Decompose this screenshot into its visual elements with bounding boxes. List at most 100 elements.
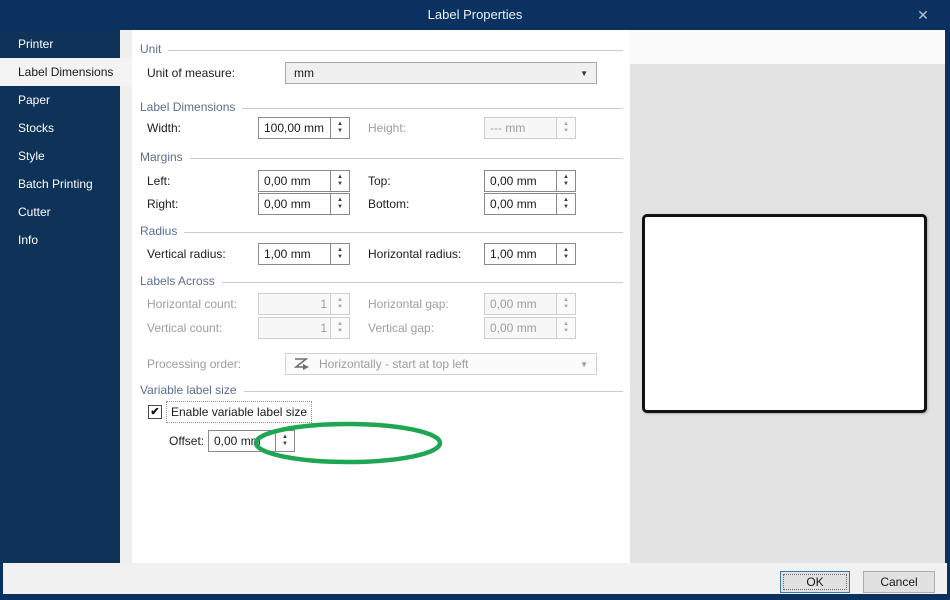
spin-down-icon: ▼: [563, 304, 569, 310]
horizontal-count-label: Horizontal count:: [147, 297, 238, 311]
vertical-radius-spinner-arrows[interactable]: ▲ ▼: [330, 244, 349, 264]
section-labels-across: Labels Across: [140, 274, 623, 288]
section-radius: Radius: [140, 224, 623, 238]
width-value: 100,00 mm: [264, 121, 325, 135]
spin-down-icon[interactable]: ▼: [563, 254, 569, 260]
spin-up-icon: ▲: [563, 321, 569, 327]
margin-right-label: Right:: [147, 197, 179, 211]
margin-right-spinner[interactable]: 0,00 mm ▲ ▼: [258, 193, 350, 215]
dialog-title: Label Properties: [427, 7, 523, 22]
unit-of-measure-label: Unit of measure:: [147, 66, 236, 80]
unit-of-measure-value: mm: [294, 66, 314, 80]
titlebar: Label Properties ✕: [0, 0, 950, 30]
vertical-radius-label: Vertical radius:: [147, 247, 226, 261]
processing-order-row: Processing order: Horizontally - start a…: [132, 353, 630, 375]
margin-top-spinner-arrows[interactable]: ▲ ▼: [556, 171, 575, 191]
margin-bottom-spinner-arrows[interactable]: ▲ ▼: [556, 194, 575, 214]
vertical-count-value: 1: [320, 321, 327, 335]
section-unit: Unit: [140, 42, 623, 56]
vertical-gap-label: Vertical gap:: [368, 321, 435, 335]
section-label-dimensions: Label Dimensions: [140, 100, 623, 114]
spin-up-icon[interactable]: ▲: [337, 121, 343, 127]
spin-down-icon[interactable]: ▼: [337, 204, 343, 210]
sidebar-item-printer[interactable]: Printer: [0, 30, 120, 58]
margin-left-spinner-arrows[interactable]: ▲ ▼: [330, 171, 349, 191]
width-spinner[interactable]: 100,00 mm ▲ ▼: [258, 117, 350, 139]
offset-spinner[interactable]: 0,00 mm ▲ ▼: [208, 430, 295, 452]
section-variable-label-size: Variable label size: [140, 383, 623, 397]
vertical-gap-spinner-arrows: ▲ ▼: [556, 318, 575, 338]
margin-bottom-value: 0,00 mm: [490, 197, 537, 211]
section-title-label-dimensions: Label Dimensions: [140, 100, 236, 114]
offset-spinner-arrows[interactable]: ▲ ▼: [275, 431, 294, 451]
spin-up-icon[interactable]: ▲: [337, 247, 343, 253]
section-divider: [184, 231, 623, 233]
unit-of-measure-select[interactable]: mm ▼: [285, 62, 597, 84]
section-divider: [168, 49, 623, 51]
horizontal-radius-label: Horizontal radius:: [368, 247, 462, 261]
chevron-down-icon: ▼: [580, 359, 588, 369]
width-height-row: Width: 100,00 mm ▲ ▼ Height: --- mm ▲ ▼: [132, 117, 630, 139]
sidebar-item-style[interactable]: Style: [0, 142, 120, 170]
preview-top-strip: [630, 30, 945, 64]
horizontal-radius-spinner-arrows[interactable]: ▲ ▼: [556, 244, 575, 264]
spin-up-icon[interactable]: ▲: [563, 174, 569, 180]
margin-top-value: 0,00 mm: [490, 174, 537, 188]
margin-top-spinner[interactable]: 0,00 mm ▲ ▼: [484, 170, 576, 192]
spin-down-icon[interactable]: ▼: [563, 204, 569, 210]
margins-right-bottom-row: Right: 0,00 mm ▲ ▼ Bottom: 0,00 mm ▲ ▼: [132, 193, 630, 215]
sidebar-item-cutter[interactable]: Cutter: [0, 198, 120, 226]
spin-up-icon[interactable]: ▲: [337, 174, 343, 180]
horizontal-count-gap-row: Horizontal count: 1 ▲ ▼ Horizontal gap: …: [132, 293, 630, 315]
spin-up-icon: ▲: [563, 121, 569, 127]
margins-left-top-row: Left: 0,00 mm ▲ ▼ Top: 0,00 mm ▲ ▼: [132, 170, 630, 192]
horizontal-count-spinner-arrows: ▲ ▼: [330, 294, 349, 314]
enable-variable-label-size-checkbox[interactable]: ✔: [148, 405, 162, 419]
sidebar-item-paper[interactable]: Paper: [0, 86, 120, 114]
chevron-down-icon: ▼: [580, 68, 588, 78]
sidebar-content-gutter: [120, 30, 132, 563]
section-title-radius: Radius: [140, 224, 178, 238]
section-margins: Margins: [140, 150, 623, 164]
horizontal-gap-spinner: 0,00 mm ▲ ▼: [484, 293, 576, 315]
section-title-variable-label-size: Variable label size: [140, 383, 237, 397]
sidebar-item-label-dimensions[interactable]: Label Dimensions: [0, 58, 132, 86]
spin-down-icon[interactable]: ▼: [282, 441, 288, 447]
sidebar-item-stocks[interactable]: Stocks: [0, 114, 120, 142]
margin-bottom-spinner[interactable]: 0,00 mm ▲ ▼: [484, 193, 576, 215]
cancel-button[interactable]: Cancel: [863, 571, 935, 593]
vertical-radius-spinner[interactable]: 1,00 mm ▲ ▼: [258, 243, 350, 265]
spin-up-icon[interactable]: ▲: [337, 197, 343, 203]
vertical-count-label: Vertical count:: [147, 321, 223, 335]
label-preview-shape: [642, 214, 927, 413]
margin-left-value: 0,00 mm: [264, 174, 311, 188]
sidebar-item-batch-printing[interactable]: Batch Printing: [0, 170, 120, 198]
spin-down-icon[interactable]: ▼: [563, 181, 569, 187]
width-spinner-arrows[interactable]: ▲ ▼: [330, 118, 349, 138]
spin-up-icon[interactable]: ▲: [282, 434, 288, 440]
margin-top-label: Top:: [368, 174, 391, 188]
spin-up-icon[interactable]: ▲: [563, 247, 569, 253]
height-spinner: --- mm ▲ ▼: [484, 117, 576, 139]
margin-left-spinner[interactable]: 0,00 mm ▲ ▼: [258, 170, 350, 192]
enable-variable-label-size-label[interactable]: Enable variable label size: [166, 401, 313, 423]
vertical-count-gap-row: Vertical count: 1 ▲ ▼ Vertical gap: 0,00…: [132, 317, 630, 339]
spin-up-icon[interactable]: ▲: [563, 197, 569, 203]
close-icon[interactable]: ✕: [912, 0, 934, 30]
spin-down-icon[interactable]: ▼: [337, 128, 343, 134]
ok-button[interactable]: OK: [780, 571, 850, 593]
spin-down-icon: ▼: [563, 328, 569, 334]
horizontal-radius-value: 1,00 mm: [490, 247, 537, 261]
section-title-labels-across: Labels Across: [140, 274, 215, 288]
spin-down-icon[interactable]: ▼: [337, 181, 343, 187]
spin-down-icon: ▼: [563, 128, 569, 134]
sidebar-item-info[interactable]: Info: [0, 226, 120, 254]
spin-down-icon[interactable]: ▼: [337, 254, 343, 260]
margin-right-spinner-arrows[interactable]: ▲ ▼: [330, 194, 349, 214]
vertical-count-spinner: 1 ▲ ▼: [258, 317, 350, 339]
horizontal-radius-spinner[interactable]: 1,00 mm ▲ ▼: [484, 243, 576, 265]
horizontal-gap-label: Horizontal gap:: [368, 297, 449, 311]
margin-left-label: Left:: [147, 174, 171, 188]
section-divider: [242, 107, 623, 109]
offset-value: 0,00 mm: [214, 434, 261, 448]
